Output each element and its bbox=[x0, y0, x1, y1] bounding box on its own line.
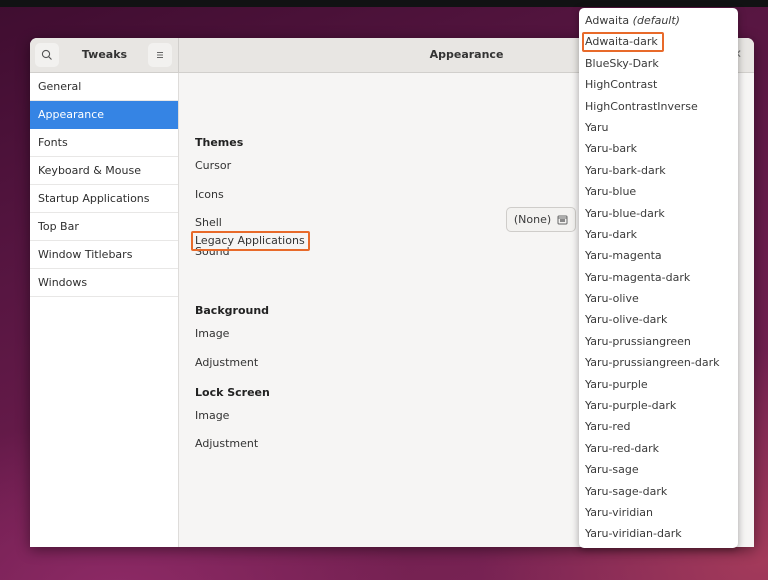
header-left: Tweaks bbox=[30, 38, 179, 73]
lock-screen-adjustment-label: Adjustment bbox=[195, 437, 259, 450]
theme-option[interactable]: Yaru-red-dark bbox=[579, 438, 738, 459]
option-label: Adwaita bbox=[585, 14, 633, 27]
icons-label: Icons bbox=[195, 188, 224, 201]
lock-screen-heading: Lock Screen bbox=[195, 386, 270, 399]
sidebar-item-startup-applications[interactable]: Startup Applications bbox=[30, 185, 178, 213]
theme-option[interactable]: Yaru-blue bbox=[579, 181, 738, 202]
sidebar-item-general[interactable]: General bbox=[30, 73, 178, 101]
shell-value: (None) bbox=[513, 213, 552, 226]
sidebar-item-appearance[interactable]: Appearance bbox=[30, 101, 178, 129]
background-heading: Background bbox=[195, 304, 270, 317]
theme-option[interactable]: Yaru-sage-dark bbox=[579, 481, 738, 502]
top-bar bbox=[0, 0, 768, 7]
theme-option[interactable]: Yaru-olive-dark bbox=[579, 309, 738, 330]
theme-option[interactable]: HighContrast bbox=[579, 74, 738, 95]
sidebar-item-fonts[interactable]: Fonts bbox=[30, 129, 178, 157]
theme-option[interactable]: Yaru-purple bbox=[579, 374, 738, 395]
themes-heading: Themes bbox=[195, 136, 244, 149]
sidebar-item-windows[interactable]: Windows bbox=[30, 269, 178, 297]
theme-option[interactable]: Yaru-olive bbox=[579, 288, 738, 309]
theme-option[interactable]: Yaru bbox=[579, 117, 738, 138]
theme-option[interactable]: BlueSky-Dark bbox=[579, 53, 738, 74]
theme-option[interactable]: Yaru-sage bbox=[579, 459, 738, 480]
sidebar-item-window-titlebars[interactable]: Window Titlebars bbox=[30, 241, 178, 269]
theme-option[interactable]: HighContrastInverse bbox=[579, 96, 738, 117]
legacy-applications-label[interactable]: Legacy Applications bbox=[191, 231, 310, 251]
theme-option[interactable]: Yaru-dark bbox=[579, 224, 738, 245]
search-button[interactable] bbox=[35, 43, 59, 67]
theme-option[interactable]: Yaru-magenta-dark bbox=[579, 267, 738, 288]
theme-option[interactable]: Yaru-viridian-dark bbox=[579, 523, 738, 544]
lock-screen-image-label: Image bbox=[195, 409, 230, 422]
shell-theme-selector[interactable]: (None) bbox=[506, 207, 576, 232]
option-label: Adwaita-dark bbox=[582, 32, 664, 53]
app-title: Tweaks bbox=[81, 48, 128, 61]
theme-option[interactable]: Yaru-viridian bbox=[579, 502, 738, 523]
folder-icon bbox=[557, 215, 568, 225]
sidebar-item-keyboard-mouse[interactable]: Keyboard & Mouse bbox=[30, 157, 178, 185]
background-image-label: Image bbox=[195, 327, 230, 340]
theme-option[interactable]: Yaru-red bbox=[579, 416, 738, 437]
theme-option[interactable]: Yaru-magenta bbox=[579, 245, 738, 266]
theme-option[interactable]: Yaru-purple-dark bbox=[579, 395, 738, 416]
sidebar-item-top-bar[interactable]: Top Bar bbox=[30, 213, 178, 241]
shell-label: Shell bbox=[195, 216, 222, 229]
theme-option[interactable]: Yaru-prussiangreen bbox=[579, 331, 738, 352]
hamburger-icon bbox=[157, 52, 163, 58]
menu-button[interactable] bbox=[148, 43, 172, 67]
theme-option[interactable]: Yaru-bark-dark bbox=[579, 160, 738, 181]
theme-option[interactable]: Yaru-bark bbox=[579, 138, 738, 159]
theme-option[interactable]: Yaru-blue-dark bbox=[579, 203, 738, 224]
legacy-theme-dropdown[interactable]: Adwaita (default) Adwaita-dark BlueSky-D… bbox=[579, 8, 738, 548]
search-icon bbox=[41, 49, 52, 60]
default-suffix: (default) bbox=[632, 14, 680, 27]
theme-option[interactable]: Yaru-prussiangreen-dark bbox=[579, 352, 738, 373]
theme-option-adwaita-dark[interactable]: Adwaita-dark bbox=[579, 31, 738, 53]
theme-option-adwaita[interactable]: Adwaita (default) bbox=[579, 10, 738, 31]
sidebar: General Appearance Fonts Keyboard & Mous… bbox=[30, 73, 179, 547]
background-adjustment-label: Adjustment bbox=[195, 356, 259, 369]
cursor-label: Cursor bbox=[195, 159, 232, 172]
